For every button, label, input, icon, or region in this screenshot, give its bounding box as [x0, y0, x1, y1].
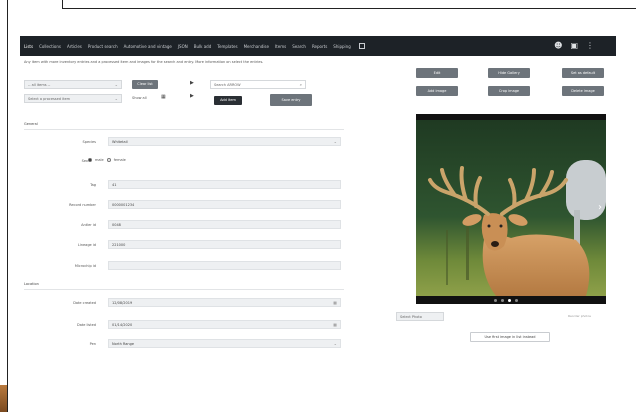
lock-icon[interactable]: ▣ [570, 41, 578, 51]
field-label-date-listed: Date listed [77, 323, 96, 327]
hint-text: Any item with more inventory entries and… [24, 60, 264, 64]
delete-image-button[interactable]: Delete image [562, 86, 604, 96]
clear-list-button[interactable]: Clear list [132, 80, 158, 89]
microchip-input[interactable] [108, 261, 341, 270]
field-label-date-created: Date created [73, 301, 96, 305]
nav-item[interactable]: Articles [67, 44, 82, 49]
app-window: Lists Collections Articles Product searc… [20, 36, 616, 392]
field-label-antler: Antler id [81, 223, 96, 227]
field-label-record: Record number [69, 203, 96, 207]
border-line [7, 0, 8, 412]
carousel-dot[interactable] [501, 299, 504, 302]
save-entry-button[interactable]: Save entry [270, 94, 312, 106]
search-placeholder: Search ARROW [214, 83, 241, 87]
set-default-button[interactable]: Set as default [562, 68, 604, 78]
play-icon[interactable]: ▶ [190, 80, 194, 86]
nav-item[interactable]: Shipping [333, 44, 350, 49]
radio-label: female [113, 158, 126, 162]
tag-input[interactable]: 41 [108, 180, 341, 189]
calendar-icon[interactable]: ▦ [161, 94, 166, 100]
carousel-dot[interactable] [494, 299, 497, 302]
search-input[interactable]: Search ARROW ⌕ [210, 80, 306, 89]
nav-item[interactable]: Search [292, 44, 306, 49]
divider [24, 129, 344, 130]
processed-select[interactable]: Select a processed item ⌄ [24, 94, 122, 103]
date-created-input[interactable]: 12/08/2019 ▦ [108, 298, 341, 307]
user-icon[interactable]: ☻ [554, 41, 562, 51]
field-label-species: Species [82, 140, 96, 144]
select-value: Select a processed item [28, 97, 71, 101]
crop-image-button[interactable]: Crop image [488, 86, 530, 96]
use-first-image-button[interactable]: Use first image in list instead [470, 332, 550, 342]
record-number-input[interactable]: 0000001234 [108, 200, 341, 209]
chevron-right-icon[interactable]: › [598, 202, 602, 213]
edit-button[interactable]: Edit [416, 68, 458, 78]
field-value: Whitetail [112, 140, 128, 144]
radio-male[interactable] [88, 158, 92, 162]
nav-item[interactable]: Reports [312, 44, 327, 49]
field-value: 01/14/2020 [112, 323, 133, 327]
nav-item[interactable]: Collections [39, 44, 61, 49]
field-label-microchip: Microchip id [74, 264, 96, 268]
nav-item[interactable]: Lists [24, 44, 33, 49]
radio-female[interactable] [106, 158, 111, 162]
deer-photo [416, 120, 606, 296]
play-icon[interactable]: ▶ [190, 93, 194, 99]
add-item-button[interactable]: Add item [214, 96, 242, 105]
chevron-down-icon: ⌄ [114, 96, 118, 101]
radio-label: male [95, 158, 104, 162]
field-label-sex: Sex [81, 159, 88, 163]
border-line [62, 0, 63, 8]
field-label-tag: Tag [90, 183, 96, 187]
nav-item[interactable]: Product search [88, 44, 118, 49]
nav-item[interactable]: Templates [217, 44, 237, 49]
field-value: 12/08/2019 [112, 301, 133, 305]
calendar-icon[interactable]: ▦ [333, 321, 337, 329]
section-title-general: General [24, 122, 38, 126]
nav-item[interactable]: Automotive and vintage [124, 44, 172, 49]
item-select[interactable]: -- all items -- ⌄ [24, 80, 122, 89]
add-image-button[interactable]: Add image [416, 86, 458, 96]
chevron-down-icon: ⌄ [114, 82, 118, 87]
divider [24, 289, 344, 290]
nav-item[interactable]: JSON [178, 44, 188, 49]
menu-icon[interactable]: ⋮ [586, 41, 594, 51]
window-icon[interactable] [358, 43, 365, 49]
image-carousel[interactable]: › [416, 114, 606, 304]
species-select[interactable]: Whitetail ⌄ [108, 137, 341, 146]
field-label-lineage: Lineage id [77, 243, 96, 247]
carousel-dot[interactable] [515, 299, 518, 302]
sex-radio-group: male female [88, 158, 126, 162]
reorder-link[interactable]: Reorder photos [568, 314, 591, 318]
select-value: -- all items -- [28, 83, 51, 87]
pen-select[interactable]: North Range ⌄ [108, 339, 341, 348]
calendar-icon[interactable]: ▦ [333, 299, 337, 307]
date-listed-input[interactable]: 01/14/2020 ▦ [108, 320, 341, 329]
hide-gallery-button[interactable]: Hide Gallery [488, 68, 530, 78]
nav-item[interactable]: Items [275, 44, 286, 49]
chevron-down-icon: ⌄ [333, 139, 337, 144]
carousel-dots [494, 299, 518, 302]
nav-item[interactable]: Bulk add [194, 44, 212, 49]
nav-item[interactable]: Merchandise [244, 44, 269, 49]
search-icon: ⌕ [299, 82, 302, 87]
border-line [62, 8, 636, 9]
lineage-id-input[interactable]: 221000 [108, 240, 341, 249]
show-all-label: Show all [132, 96, 147, 100]
carousel-dot-active[interactable] [508, 299, 511, 302]
top-navbar: Lists Collections Articles Product searc… [20, 36, 616, 56]
antler-id-input[interactable]: 0048 [108, 220, 341, 229]
nav-right-icons: ☻ ▣ ⋮ [554, 41, 594, 51]
field-label-pen: Pen [89, 342, 96, 346]
field-value: North Range [112, 342, 134, 346]
photo-select[interactable]: Select Photo [396, 312, 444, 321]
screenshot-frame: Lists Collections Articles Product searc… [0, 0, 636, 412]
background-photo-edge [0, 385, 7, 412]
chevron-down-icon: ⌄ [333, 341, 337, 346]
section-title-location: Location [24, 282, 39, 286]
